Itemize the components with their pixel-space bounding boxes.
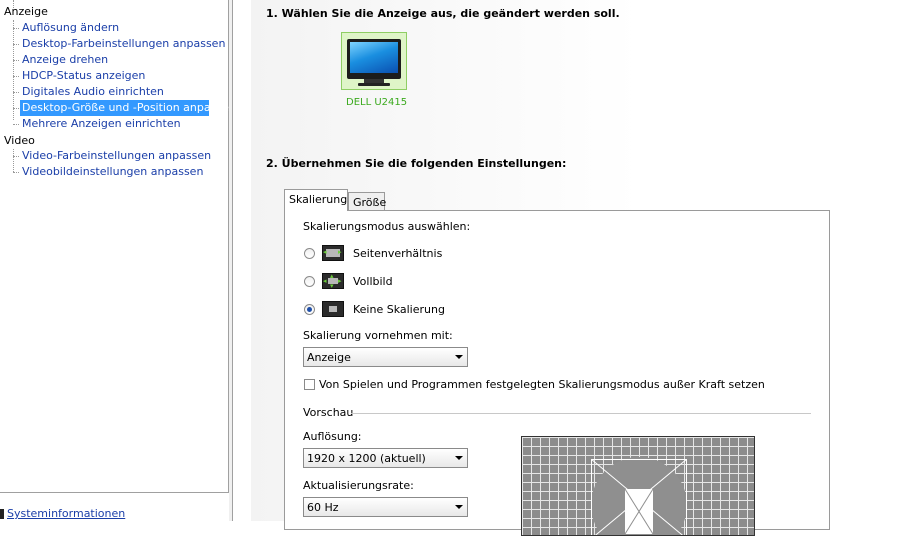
- tree-connector: [13, 92, 19, 93]
- gap: [233, 0, 251, 521]
- refresh-rate-label: Aktualisierungsrate:: [303, 479, 414, 492]
- tree-connector: [13, 28, 19, 29]
- no-scaling-icon: [322, 301, 344, 317]
- scaling-option-vollbild[interactable]: Vollbild: [353, 275, 393, 288]
- step1-title: 1. Wählen Sie die Anzeige aus, die geänd…: [266, 7, 620, 20]
- scaling-panel: Skalierungsmodus auswählen: ◂ ▸ Seitenve…: [284, 210, 830, 530]
- refresh-rate-value: 60 Hz: [307, 501, 339, 514]
- system-info-icon: [0, 509, 4, 519]
- dropdown-caret-icon: [455, 456, 463, 460]
- refresh-rate-dropdown[interactable]: 60 Hz: [303, 497, 468, 517]
- tree-connector: [13, 149, 14, 172]
- tree-item-mehrere-anzeigen[interactable]: Mehrere Anzeigen einrichten: [20, 116, 183, 132]
- tree-connector: [13, 76, 19, 77]
- monitor-icon: [347, 39, 401, 79]
- scaling-mode-label: Skalierungsmodus auswählen:: [303, 220, 470, 233]
- aspect-ratio-icon: ◂ ▸: [322, 245, 344, 261]
- main-content: 1. Wählen Sie die Anzeige aus, die geänd…: [251, 0, 899, 521]
- tab-skalierung[interactable]: Skalierung: [284, 189, 348, 211]
- tree-connector: [13, 124, 19, 125]
- scale-with-label: Skalierung vornehmen mit:: [303, 329, 453, 342]
- radio-seitenverhaeltnis[interactable]: [304, 248, 315, 259]
- tree-item-anzeige-drehen[interactable]: Anzeige drehen: [20, 52, 110, 68]
- tree-item-hdcp-status[interactable]: HDCP-Status anzeigen: [20, 68, 147, 84]
- system-info-link[interactable]: Systeminformationen: [7, 507, 125, 521]
- preview-group-divider: [351, 413, 811, 414]
- radio-vollbild[interactable]: [304, 276, 315, 287]
- tree-item-digitales-audio[interactable]: Digitales Audio einrichten: [20, 84, 166, 100]
- tree-connector: [13, 60, 19, 61]
- dropdown-caret-icon: [455, 355, 463, 359]
- tree-category-video[interactable]: Video: [4, 134, 35, 147]
- tree-item-aufloesung-aendern[interactable]: Auflösung ändern: [20, 20, 121, 36]
- preview-group-label: Vorschau: [303, 406, 353, 419]
- scaling-option-seitenverhaeltnis[interactable]: Seitenverhältnis: [353, 247, 442, 260]
- tree-category-anzeige[interactable]: Anzeige: [4, 5, 48, 18]
- tree-item-videobildeinstellungen[interactable]: Videobildeinstellungen anpassen: [20, 164, 205, 180]
- tree-connector: [13, 156, 19, 157]
- tree-connector: [13, 172, 19, 173]
- tab-groesse[interactable]: Größe: [348, 192, 385, 211]
- scale-with-value: Anzeige: [307, 351, 351, 364]
- scaling-option-keine-skalierung[interactable]: Keine Skalierung: [353, 303, 445, 316]
- override-scaling-checkbox[interactable]: [304, 379, 315, 390]
- tree-connector: [13, 108, 19, 109]
- tree-connector: [13, 44, 19, 45]
- tree-item-desktop-farbeinstellungen[interactable]: Desktop-Farbeinstellungen anpassen: [20, 36, 227, 52]
- tree-item-desktop-groesse-position[interactable]: Desktop-Größe und -Position anpassen: [20, 100, 209, 116]
- dropdown-caret-icon: [455, 505, 463, 509]
- preview-image: [521, 436, 755, 536]
- tree-connector: [13, 20, 14, 120]
- monitor-select-tile[interactable]: [341, 32, 407, 90]
- preview-test-pattern: [591, 459, 687, 536]
- resolution-label: Auflösung:: [303, 430, 362, 443]
- step2-title: 2. Übernehmen Sie die folgenden Einstell…: [266, 157, 566, 170]
- fullscreen-icon: ▴ ▾ ◂ ▸: [322, 273, 344, 289]
- radio-keine-skalierung[interactable]: [304, 304, 315, 315]
- monitor-label[interactable]: DELL U2415: [346, 97, 407, 108]
- override-scaling-label[interactable]: Von Spielen und Programmen festgelegten …: [319, 378, 765, 391]
- resolution-dropdown[interactable]: 1920 x 1200 (aktuell): [303, 448, 468, 468]
- tree-item-video-farbeinstellungen[interactable]: Video-Farbeinstellungen anpassen: [20, 148, 213, 164]
- resolution-value: 1920 x 1200 (aktuell): [307, 452, 426, 465]
- navigation-tree: Anzeige Auflösung ändern Desktop-Farbein…: [0, 0, 229, 493]
- scale-with-dropdown[interactable]: Anzeige: [303, 347, 468, 367]
